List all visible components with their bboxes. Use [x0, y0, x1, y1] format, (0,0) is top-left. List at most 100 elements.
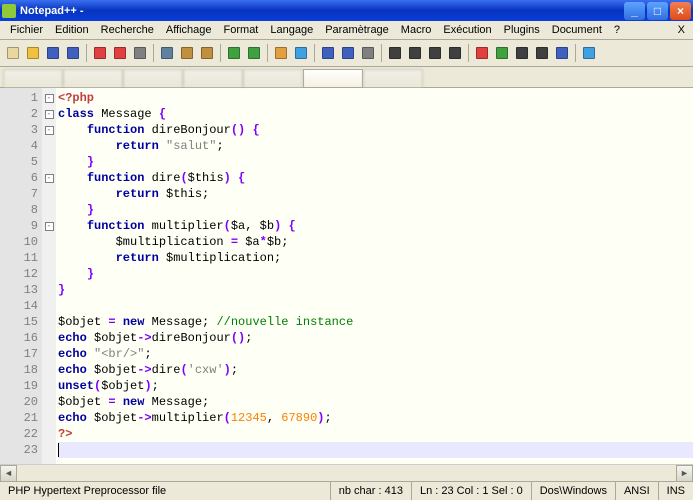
- zoomout-icon[interactable]: [339, 44, 357, 62]
- tab-1[interactable]: [63, 69, 123, 87]
- code-line[interactable]: function dire($this) {: [58, 170, 693, 186]
- tabbar: [0, 67, 693, 87]
- code-line[interactable]: }: [58, 282, 693, 298]
- code-line[interactable]: echo $objet->direBonjour();: [58, 330, 693, 346]
- menu-plugins[interactable]: Plugins: [498, 22, 546, 38]
- menu-macro[interactable]: Macro: [395, 22, 438, 38]
- code-line[interactable]: echo $objet->multiplier(12345, 67890);: [58, 410, 693, 426]
- menu-paramètrage[interactable]: Paramètrage: [319, 22, 395, 38]
- new-icon[interactable]: [4, 44, 22, 62]
- open-icon[interactable]: [24, 44, 42, 62]
- fold-toggle-icon: -: [45, 174, 54, 183]
- caret: [58, 443, 59, 457]
- undo-icon[interactable]: [225, 44, 243, 62]
- menu-exécution[interactable]: Exécution: [437, 22, 497, 38]
- code-area[interactable]: <?phpclass Message { function direBonjou…: [56, 88, 693, 464]
- menu-fichier[interactable]: Fichier: [4, 22, 49, 38]
- status-position: Ln : 23 Col : 1 Sel : 0: [412, 482, 532, 500]
- sync-icon[interactable]: [359, 44, 377, 62]
- code-line[interactable]: <?php: [58, 90, 693, 106]
- app-icon: [2, 4, 16, 18]
- code-line[interactable]: return $this;: [58, 186, 693, 202]
- maximize-button[interactable]: □: [647, 2, 668, 20]
- status-filetype: PHP Hypertext Preprocessor file: [0, 482, 331, 500]
- code-line[interactable]: $multiplication = $a*$b;: [58, 234, 693, 250]
- horizontal-scrollbar[interactable]: ◄ ►: [0, 464, 693, 481]
- code-line[interactable]: unset($objet);: [58, 378, 693, 394]
- code-line[interactable]: echo "<br/>";: [58, 346, 693, 362]
- fold-gutter: - - - - -: [42, 88, 56, 464]
- wrap-icon[interactable]: [386, 44, 404, 62]
- tab-4[interactable]: [243, 69, 303, 87]
- menu-affichage[interactable]: Affichage: [160, 22, 218, 38]
- code-line[interactable]: function multiplier($a, $b) {: [58, 218, 693, 234]
- menu-edition[interactable]: Edition: [49, 22, 95, 38]
- fold-toggle-icon: -: [45, 94, 54, 103]
- code-line[interactable]: }: [58, 202, 693, 218]
- titlebar[interactable]: Notepad++ - _ □ ×: [0, 0, 693, 21]
- close-icon[interactable]: [91, 44, 109, 62]
- find-icon[interactable]: [272, 44, 290, 62]
- status-chars: nb char : 413: [331, 482, 412, 500]
- save-icon[interactable]: [44, 44, 62, 62]
- line-gutter: 1234567891011121314151617181920212223: [0, 88, 42, 464]
- menu-?[interactable]: ?: [608, 22, 626, 38]
- code-line[interactable]: return "salut";: [58, 138, 693, 154]
- zoomin-icon[interactable]: [319, 44, 337, 62]
- cut-icon[interactable]: [158, 44, 176, 62]
- fold-toggle-icon: -: [45, 126, 54, 135]
- window-title: Notepad++ -: [20, 5, 622, 17]
- menu-langage[interactable]: Langage: [264, 22, 319, 38]
- menubar: FichierEditionRechercheAffichageFormatLa…: [0, 21, 693, 40]
- fold-toggle-icon: -: [45, 222, 54, 231]
- savem-icon[interactable]: [553, 44, 571, 62]
- statusbar: PHP Hypertext Preprocessor file nb char …: [0, 481, 693, 500]
- replace-icon[interactable]: [292, 44, 310, 62]
- status-mode: INS: [659, 482, 693, 500]
- code-line[interactable]: return $multiplication;: [58, 250, 693, 266]
- code-line[interactable]: echo $objet->dire('cxw');: [58, 362, 693, 378]
- outdent-icon[interactable]: [446, 44, 464, 62]
- code-line[interactable]: }: [58, 154, 693, 170]
- all-icon[interactable]: [406, 44, 424, 62]
- code-line[interactable]: class Message {: [58, 106, 693, 122]
- code-line[interactable]: function direBonjour() {: [58, 122, 693, 138]
- tab-3[interactable]: [183, 69, 243, 87]
- paste-icon[interactable]: [198, 44, 216, 62]
- scroll-left-button[interactable]: ◄: [0, 465, 17, 482]
- fold-toggle-icon: -: [45, 110, 54, 119]
- copy-icon[interactable]: [178, 44, 196, 62]
- minimize-button[interactable]: _: [624, 2, 645, 20]
- menu-document[interactable]: Document: [546, 22, 608, 38]
- scroll-track[interactable]: [17, 465, 676, 482]
- toolbar: [0, 40, 693, 67]
- prnt2-icon[interactable]: [580, 44, 598, 62]
- play-icon[interactable]: [493, 44, 511, 62]
- menu-recherche[interactable]: Recherche: [95, 22, 160, 38]
- editor: 1234567891011121314151617181920212223 --…: [0, 87, 693, 464]
- close-button[interactable]: ×: [670, 2, 691, 20]
- indent-icon[interactable]: [426, 44, 444, 62]
- saveall-icon[interactable]: [64, 44, 82, 62]
- code-line[interactable]: $objet = new Message;: [58, 394, 693, 410]
- code-line[interactable]: $objet = new Message; //nouvelle instanc…: [58, 314, 693, 330]
- stop-icon[interactable]: [513, 44, 531, 62]
- tab-5[interactable]: [303, 69, 363, 87]
- tab-6[interactable]: [363, 69, 423, 87]
- closeall-icon[interactable]: [111, 44, 129, 62]
- redo-icon[interactable]: [245, 44, 263, 62]
- rec-icon[interactable]: [473, 44, 491, 62]
- status-encoding: ANSI: [616, 482, 659, 500]
- playm-icon[interactable]: [533, 44, 551, 62]
- print-icon[interactable]: [131, 44, 149, 62]
- code-line[interactable]: ?>: [58, 426, 693, 442]
- code-line[interactable]: [58, 442, 693, 458]
- code-line[interactable]: }: [58, 266, 693, 282]
- code-line[interactable]: [58, 298, 693, 314]
- tab-0[interactable]: [3, 69, 63, 87]
- doc-close-button[interactable]: X: [674, 24, 689, 36]
- status-eol: Dos\Windows: [532, 482, 616, 500]
- menu-format[interactable]: Format: [218, 22, 265, 38]
- scroll-right-button[interactable]: ►: [676, 465, 693, 482]
- tab-2[interactable]: [123, 69, 183, 87]
